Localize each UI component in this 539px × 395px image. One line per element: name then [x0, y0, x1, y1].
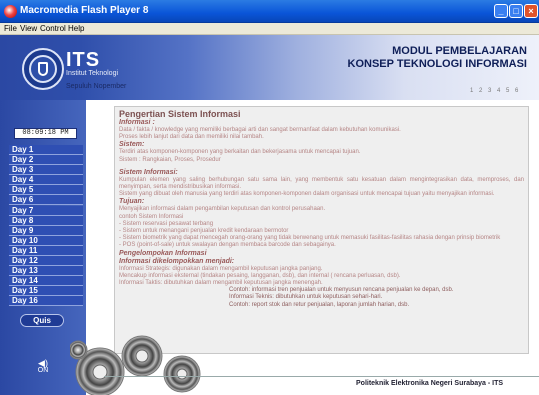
- day-3-button[interactable]: Day 3: [9, 165, 83, 176]
- its-logo: [22, 48, 64, 90]
- menu-help[interactable]: Help: [68, 24, 84, 33]
- day-12-button[interactable]: Day 12: [9, 256, 83, 267]
- list-item: - POS (point-of-sale) untuk swalayan den…: [119, 242, 336, 249]
- text-line: Data / fakta / knowledge yang memiliki b…: [119, 127, 401, 133]
- heading-tujuan: Tujuan:: [119, 198, 145, 206]
- its-logo-subtitle: Institut Teknologi: [66, 70, 119, 77]
- day-5-button[interactable]: Day 5: [9, 185, 83, 196]
- text-line: Proses lebih lanjut dari data dan memili…: [119, 134, 264, 141]
- sound-toggle[interactable]: ◀) ON: [36, 358, 50, 375]
- text-line: contoh Sistem Informasi: [119, 213, 184, 220]
- day-15-button[interactable]: Day 15: [9, 286, 83, 297]
- speaker-icon: ◀): [38, 358, 48, 368]
- day-navigation: Day 1 Day 2 Day 3 Day 4 Day 5 Day 6 Day …: [9, 145, 83, 307]
- day-6-button[interactable]: Day 6: [9, 195, 83, 206]
- day-13-button[interactable]: Day 13: [9, 266, 83, 277]
- day-8-button[interactable]: Day 8: [9, 215, 83, 226]
- text-line: Informasi Strategis: digunakan dalam men…: [119, 265, 323, 272]
- heading-dikelompokkan: Informasi dikelompokkan menjadi:: [119, 257, 235, 265]
- text-paragraph: Sistem yang dibuat oleh manusia yang ter…: [119, 191, 495, 198]
- clock-display: 08:09:18 PM: [14, 128, 77, 139]
- menu-bar: File View Control Help: [0, 23, 539, 35]
- example-line: Contoh: informasi tren penjualan untuk m…: [229, 287, 454, 294]
- window-title: Macromedia Flash Player 8: [20, 5, 149, 16]
- minimize-button[interactable]: _: [494, 4, 508, 18]
- text-paragraph: Kumpulan elemen yang saling berhubungan …: [119, 176, 524, 191]
- flash-player-window: Macromedia Flash Player 8 _ □ × File Vie…: [0, 0, 539, 395]
- content-title: Pengertian Sistem Informasi: [119, 109, 241, 119]
- day-10-button[interactable]: Day 10: [9, 235, 83, 246]
- window-titlebar: Macromedia Flash Player 8 _ □ ×: [0, 0, 539, 23]
- example-line: Contoh: report stok dan retur penjualan,…: [229, 301, 410, 308]
- sound-state-label: ON: [37, 367, 49, 374]
- day-11-button[interactable]: Day 11: [9, 245, 83, 256]
- day-2-button[interactable]: Day 2: [9, 155, 83, 166]
- list-item: - Sistem reservasi pesawat terbang: [119, 220, 214, 227]
- speaker-decoration: [70, 335, 201, 395]
- footer-credit: Politeknik Elektronika Negeri Surabaya -…: [356, 380, 504, 387]
- heading-informasi: Informasi :: [119, 119, 155, 126]
- footer-divider: [104, 376, 539, 377]
- heading-sistem: Sistem:: [119, 141, 145, 149]
- its-logo-text: ITS: [66, 49, 101, 71]
- heading-pengelompokan: Pengelompokan Informasi: [119, 249, 207, 257]
- maximize-button[interactable]: □: [509, 4, 523, 18]
- text-line: Sistem : Rangkaian, Proses, Prosedur: [119, 156, 221, 163]
- quis-button[interactable]: Quis: [20, 314, 64, 327]
- day-1-button[interactable]: Day 1: [9, 145, 83, 155]
- day-7-button[interactable]: Day 7: [9, 205, 83, 216]
- list-item: - Sistem untuk menangani penjualan kredi…: [119, 228, 289, 235]
- content-panel: Pengertian Sistem Informasi Informasi : …: [114, 106, 529, 354]
- modul-title: MODUL PEMBELAJARAN: [392, 45, 527, 57]
- page-numbers[interactable]: 1 2 3 4 5 6: [470, 88, 520, 94]
- example-line: Informasi Teknis: dibutuhkan untuk keput…: [229, 294, 383, 301]
- text-line: Menyajikan informasi dalam pengambilan k…: [119, 206, 326, 213]
- flash-player-icon: [4, 5, 17, 18]
- modul-subtitle: KONSEP TEKNOLOGI INFORMASI: [347, 58, 527, 70]
- heading-sistem-informasi: Sistem Informasi:: [119, 168, 178, 176]
- day-14-button[interactable]: Day 14: [9, 276, 83, 287]
- text-line: Terdiri atas komponen-komponen yang berk…: [119, 149, 361, 156]
- its-tagline: Sepuluh Nopember: [66, 83, 127, 90]
- text-line: Informasi Taktis: dibutuhkan dalam menga…: [119, 280, 323, 287]
- day-4-button[interactable]: Day 4: [9, 175, 83, 186]
- day-9-button[interactable]: Day 9: [9, 225, 83, 236]
- day-16-button[interactable]: Day 16: [9, 296, 83, 307]
- list-item: - Sistem biometrik yang dapat mencegah o…: [119, 235, 501, 242]
- menu-view[interactable]: View: [20, 24, 37, 33]
- menu-control[interactable]: Control: [40, 24, 66, 33]
- text-line: Mencakup informasi eksternal (tindakan p…: [119, 272, 401, 279]
- close-button[interactable]: ×: [524, 4, 538, 18]
- menu-file[interactable]: File: [4, 24, 17, 33]
